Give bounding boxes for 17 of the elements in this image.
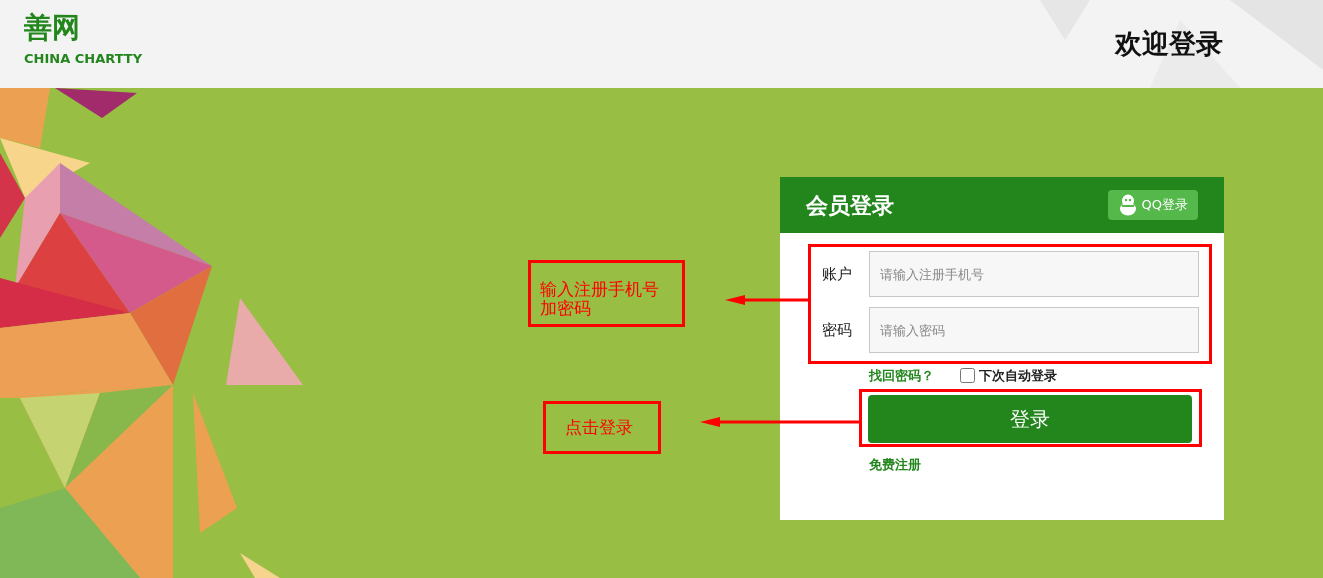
login-button[interactable]: 登录 <box>868 394 1192 443</box>
remember-label: 下次自动登录 <box>979 367 1057 385</box>
logo-text: 善网 <box>24 14 81 42</box>
card-title: 会员登录 <box>806 191 894 220</box>
qq-login-button[interactable]: QQ登录 <box>1107 190 1198 220</box>
penguin-icon <box>1117 194 1138 216</box>
field-label: 账户 <box>822 263 853 285</box>
field-label: 密码 <box>822 319 853 341</box>
register-link[interactable]: 免费注册 <box>869 454 921 474</box>
checkbox[interactable] <box>960 368 975 384</box>
annotation-note: 输入注册手机号加密码 <box>528 260 685 327</box>
forgot-password-link[interactable]: 找回密码？ <box>869 366 934 386</box>
input-field[interactable]: 请输入注册手机号 <box>869 251 1199 297</box>
annotation-note: 点击登录 <box>543 401 661 454</box>
page-title: 欢迎登录 <box>1115 27 1223 61</box>
input-field[interactable]: 请输入密码 <box>869 307 1199 353</box>
tagline: CHINA CHARTTY <box>24 50 143 68</box>
